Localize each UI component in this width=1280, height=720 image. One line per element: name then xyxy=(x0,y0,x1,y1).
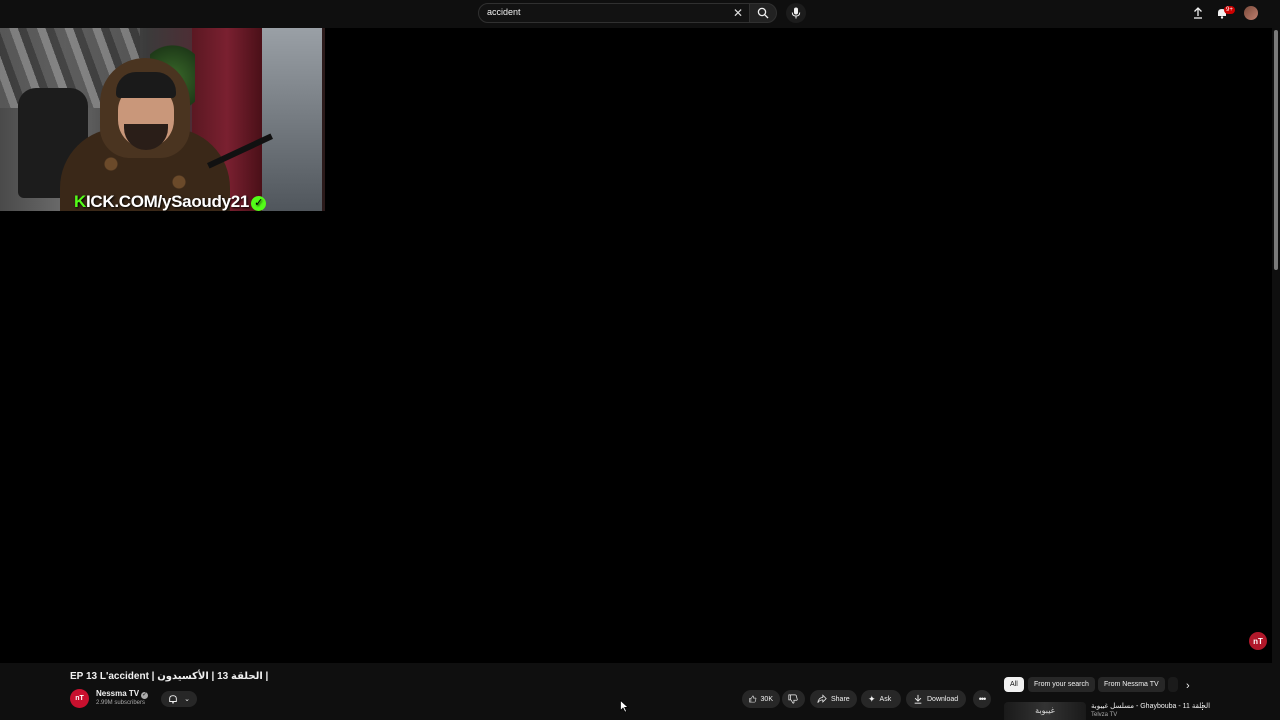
kick-verified-icon: ✓ xyxy=(251,196,267,211)
window xyxy=(262,28,322,211)
chevron-right-icon[interactable]: › xyxy=(1186,680,1190,692)
notification-badge: 9+ xyxy=(1224,6,1235,14)
page-scrollbar[interactable] xyxy=(1274,30,1278,270)
clear-search-icon[interactable]: ✕ xyxy=(733,6,743,20)
upload-icon xyxy=(1194,7,1202,19)
dislike-button[interactable] xyxy=(782,690,805,708)
voice-search-button[interactable] xyxy=(786,3,806,23)
mouse-cursor-icon xyxy=(620,700,629,713)
search-box[interactable]: accident ✕ xyxy=(478,3,750,23)
chevron-down-icon: ⌄ xyxy=(184,696,190,703)
streamer-cap xyxy=(116,72,176,98)
verified-icon: ✓ xyxy=(141,692,149,699)
recommendation-menu-icon[interactable]: ⋮ xyxy=(1198,701,1207,712)
video-title: EP 13 L'accident | الحلقة 13 | الأكسيدون… xyxy=(70,671,269,682)
chip-from-your-search[interactable]: From your search xyxy=(1028,677,1095,692)
recommendation-title[interactable]: مسلسل غيبوبة - Ghaybouba - الحلقة 11 xyxy=(1091,702,1210,710)
like-count: 30K xyxy=(760,695,773,703)
share-icon xyxy=(817,694,827,703)
ask-button[interactable]: ✦ Ask xyxy=(861,690,901,708)
channel-name[interactable]: Nessma TV ✓ xyxy=(96,689,149,699)
download-button[interactable]: Download xyxy=(906,690,966,708)
sparkle-icon: ✦ xyxy=(868,693,876,704)
search-icon xyxy=(757,7,769,19)
subscriber-count: 2.99M subscribers xyxy=(96,700,146,706)
like-button[interactable]: 30K xyxy=(742,690,780,708)
channel-name-text[interactable]: Nessma TV xyxy=(96,689,139,698)
share-label: Share xyxy=(831,695,850,703)
ask-label: Ask xyxy=(879,695,892,703)
chip-all[interactable]: All xyxy=(1004,677,1024,692)
more-horizontal-icon: ••• xyxy=(978,694,987,704)
video-player[interactable]: KICK.COM/ySaoudy21 ✓ nT xyxy=(0,28,1272,663)
more-actions-button[interactable]: ••• xyxy=(973,690,991,708)
upload-button[interactable] xyxy=(1190,5,1206,21)
kick-letter-k: K xyxy=(74,192,86,211)
share-button[interactable]: Share xyxy=(810,690,857,708)
search-button[interactable] xyxy=(749,3,777,23)
account-avatar[interactable] xyxy=(1244,6,1258,20)
top-bar: accident ✕ 9+ xyxy=(0,0,1280,28)
subscription-bell-button[interactable]: ⌄ xyxy=(161,691,197,707)
channel-watermark[interactable]: nT xyxy=(1249,632,1267,650)
microphone-icon xyxy=(791,7,801,19)
recommendation-thumbnail[interactable]: غيبوبة xyxy=(1004,702,1086,720)
download-icon xyxy=(914,694,922,704)
download-label: Download xyxy=(927,695,959,703)
bell-icon xyxy=(169,695,177,704)
webcam-overlay: KICK.COM/ySaoudy21 ✓ xyxy=(0,28,325,211)
thumbs-down-icon xyxy=(788,694,798,704)
kick-overlay-text: KICK.COM/ySaoudy21 ✓ xyxy=(74,192,267,211)
chip-from-channel[interactable]: From Nessma TV xyxy=(1098,677,1165,692)
search-input[interactable]: accident xyxy=(487,7,521,17)
kick-url-text: ICK.COM/ySaoudy21 xyxy=(85,192,250,211)
chip-partial[interactable] xyxy=(1168,677,1178,692)
channel-avatar[interactable]: nT xyxy=(70,689,89,708)
recommendation-channel[interactable]: Telvza TV xyxy=(1091,712,1117,718)
thumbs-up-icon xyxy=(749,695,757,703)
